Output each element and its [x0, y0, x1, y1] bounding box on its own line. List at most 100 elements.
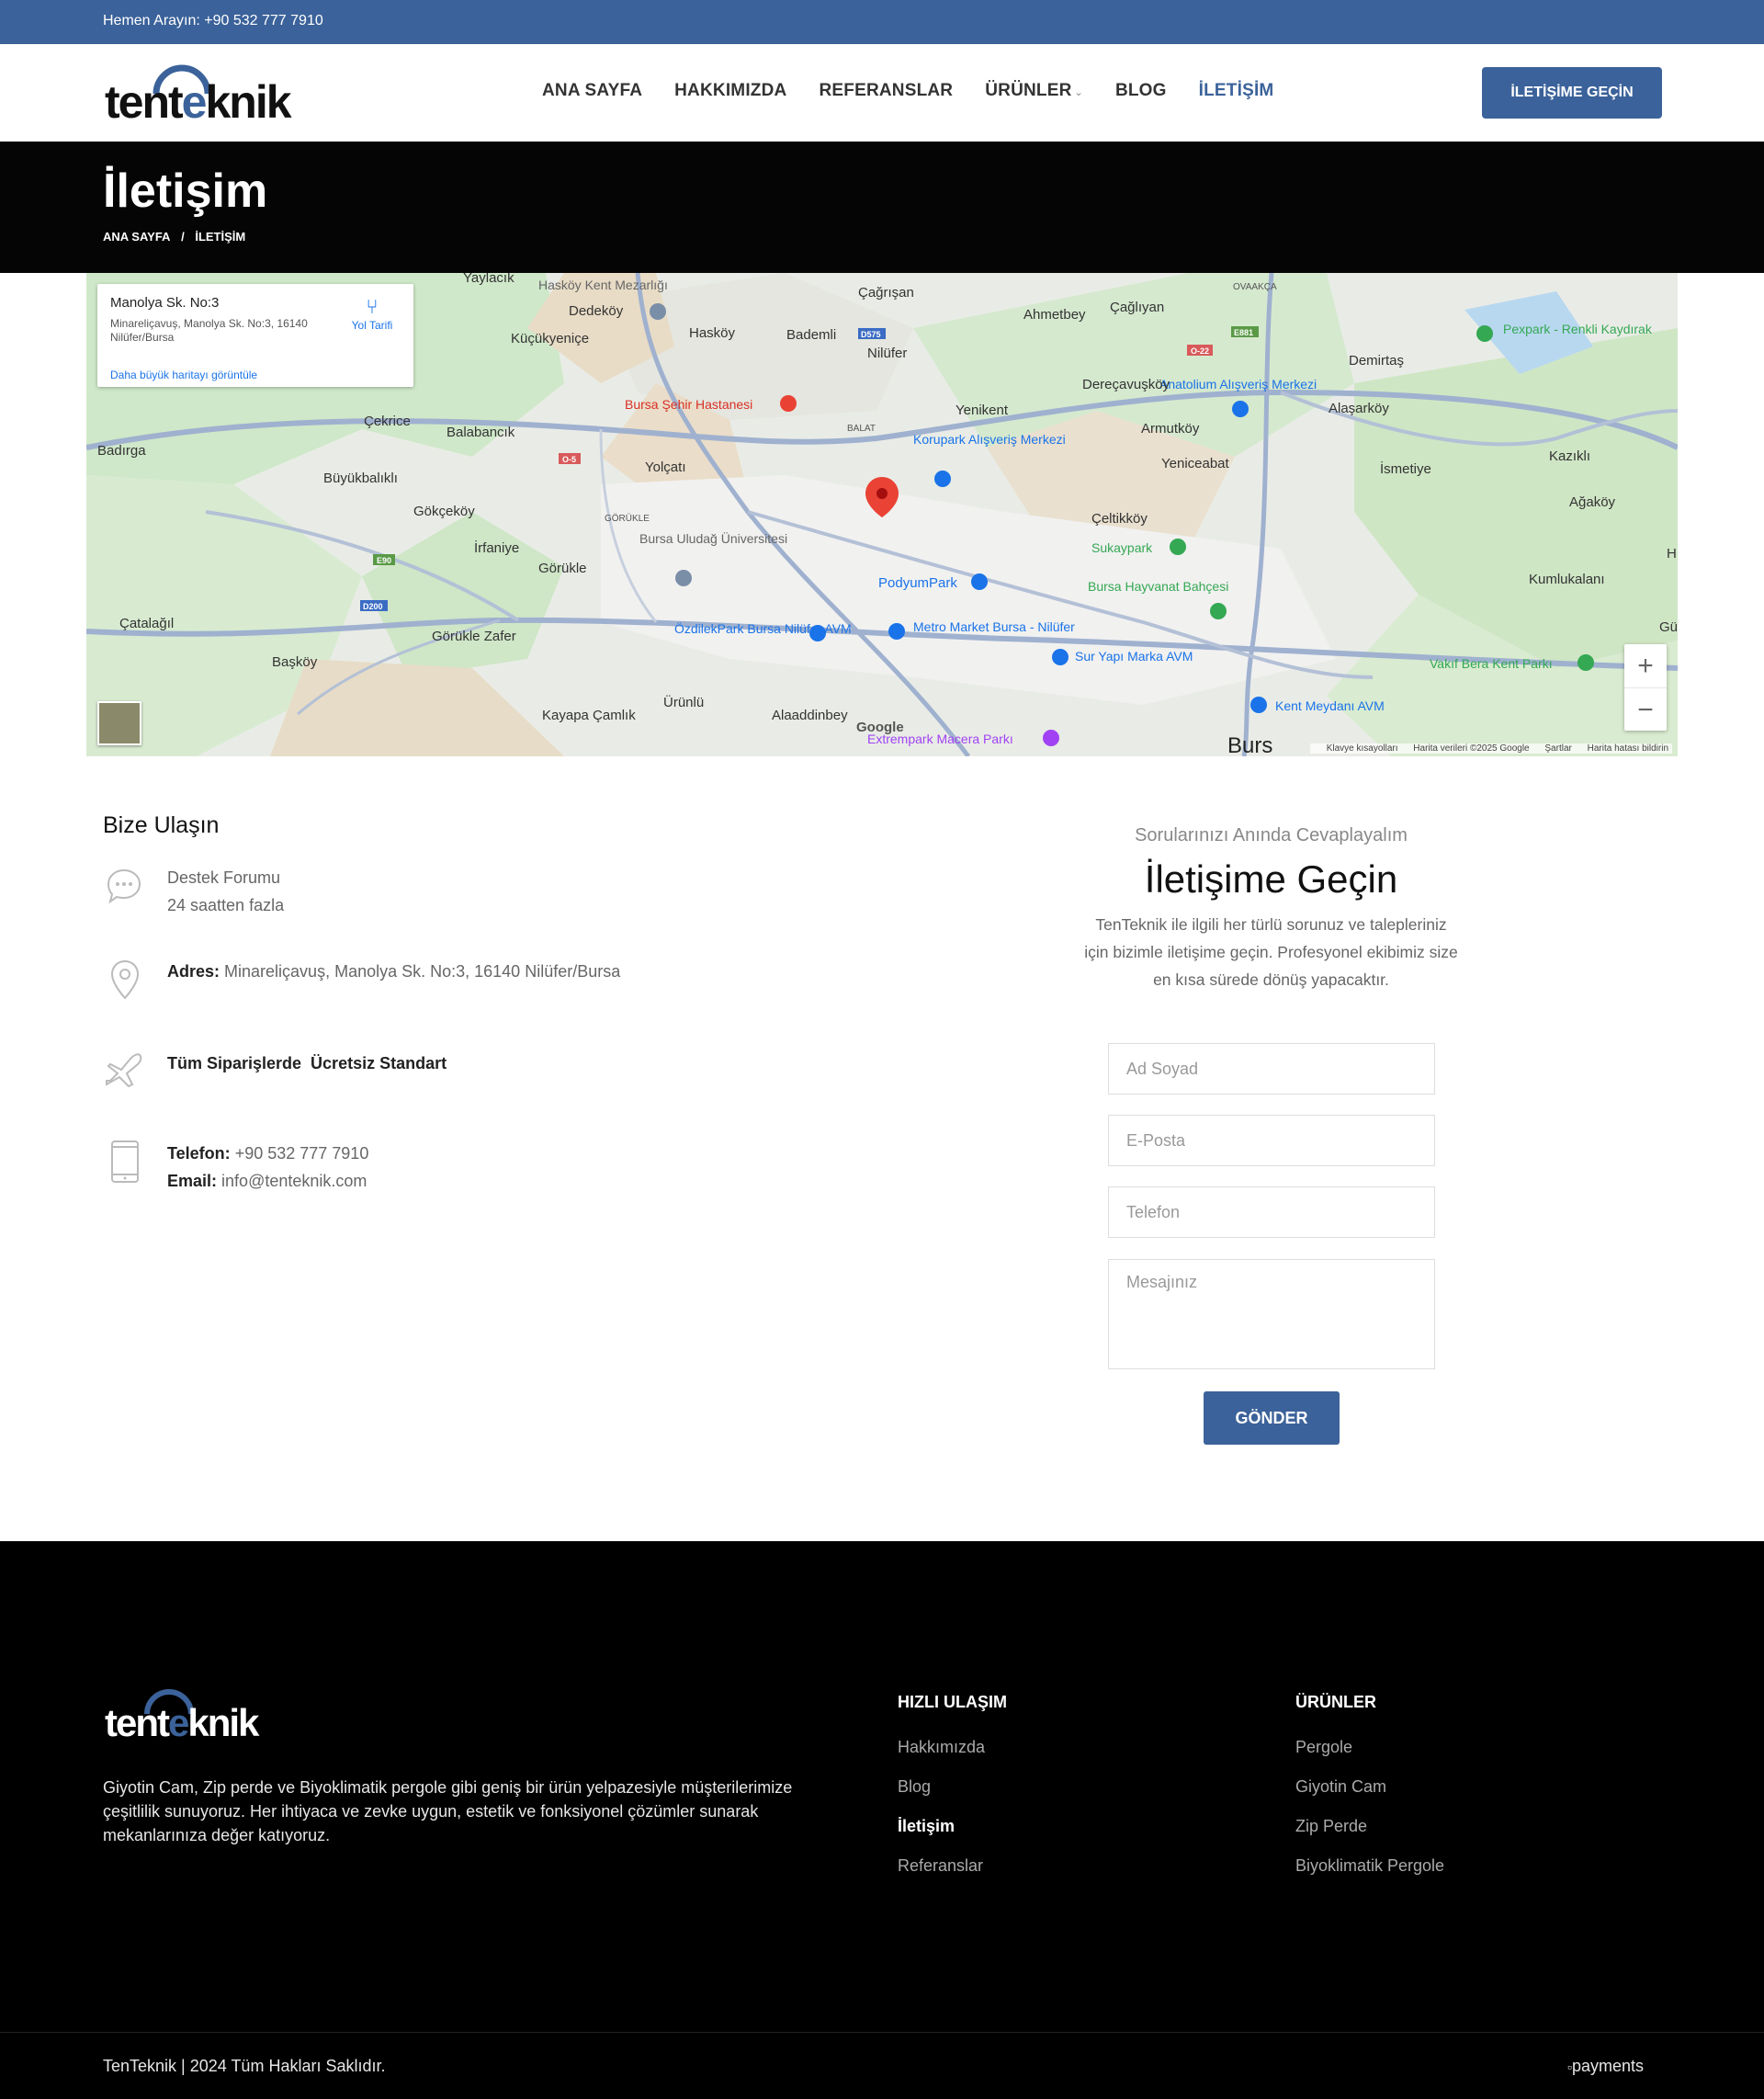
map-place: Kumlukalanı: [1529, 572, 1605, 587]
road-shield: E881: [1234, 328, 1253, 337]
map-place: Kent Meydanı AVM: [1275, 698, 1385, 713]
form-subtitle: Sorularınızı Anında Cevaplayalım: [1135, 825, 1408, 845]
email-input[interactable]: E-Posta: [1108, 1115, 1435, 1166]
road-shield: D575: [861, 330, 881, 339]
page-title-band: İletişim ANA SAYFA / İLETİŞİM: [0, 142, 1764, 273]
google-map[interactable]: Yaylacık Hasköy Kent Mezarlığı Dedeköy H…: [86, 273, 1678, 756]
svg-text:tenteknik: tenteknik: [105, 1701, 260, 1743]
map-report-error[interactable]: Harita hatası bildirin: [1588, 743, 1668, 754]
map-place: Görükle: [538, 561, 587, 576]
map-place: Hasköy Kent Mezarlığı: [538, 278, 668, 292]
payments-image: ▫payments: [1567, 2057, 1644, 2076]
copyright-text: TenTeknik | 2024 Tüm Hakları Saklıdır.: [103, 2057, 386, 2075]
logo-graphic: tenteknik: [105, 64, 294, 128]
address-text: Adres: Minareliçavuş, Manolya Sk. No:3, …: [167, 958, 737, 985]
zoom-in-button[interactable]: +: [1624, 644, 1667, 687]
map-info-card: Manolya Sk. No:3 Minareliçavuş, Manolya …: [97, 284, 413, 387]
footer-link-referanslar[interactable]: Referanslar: [898, 1856, 1007, 1876]
footer-divider: [0, 2032, 1764, 2033]
email-value[interactable]: info@tenteknik.com: [221, 1172, 367, 1190]
chat-icon: [107, 868, 141, 904]
header-contact-button[interactable]: İLETİŞİME GEÇİN: [1482, 67, 1662, 119]
map-satellite-toggle[interactable]: [97, 701, 141, 745]
map-larger-link[interactable]: Daha büyük haritayı görüntüle: [110, 369, 257, 381]
road-shield: O-5: [562, 455, 576, 464]
map-data-credit: Harita verileri ©2025 Google: [1413, 743, 1530, 754]
location-pin-icon: [110, 959, 140, 1000]
email-label: Email:: [167, 1172, 218, 1190]
page-title: İletişim: [103, 165, 268, 218]
nav-hakkimizda[interactable]: HAKKIMIZDA: [674, 81, 786, 101]
map-place: Ürünlü: [663, 694, 704, 710]
map-place: Alaşarköy: [1329, 401, 1389, 416]
map-place: Çatalağıl: [119, 616, 174, 631]
map-place: Gü: [1659, 619, 1678, 635]
site-logo[interactable]: tenteknik: [103, 57, 320, 130]
footer-link-pergole[interactable]: Pergole: [1295, 1738, 1444, 1757]
map-place: Yenikent: [956, 403, 1009, 418]
footer-link-blog[interactable]: Blog: [898, 1777, 1007, 1797]
top-bar: Hemen Arayın: +90 532 777 7910: [0, 0, 1764, 44]
map-place: Nilüfer: [867, 346, 907, 361]
map-place: Dedeköy: [569, 303, 624, 319]
map-place: Badırga: [97, 443, 146, 459]
map-place: PodyumPark: [878, 575, 957, 591]
name-input[interactable]: Ad Soyad: [1108, 1043, 1435, 1095]
map-terms[interactable]: Şartlar: [1544, 743, 1571, 754]
map-place: Sukaypark: [1091, 540, 1153, 555]
phone-input[interactable]: Telefon: [1108, 1186, 1435, 1238]
footer-link-zip-perde[interactable]: Zip Perde: [1295, 1817, 1444, 1836]
support-sub: 24 saatten fazla: [167, 896, 285, 914]
chevron-down-icon: ⌄: [1074, 87, 1083, 98]
map-card-address: Minareliçavuş, Manolya Sk. No:3, 16140 N…: [110, 317, 308, 344]
phone-value[interactable]: +90 532 777 7910: [235, 1144, 369, 1163]
footer-link-hakkimizda[interactable]: Hakkımızda: [898, 1738, 1007, 1757]
message-textarea[interactable]: Mesajınız: [1108, 1259, 1435, 1369]
breadcrumb-separator: /: [181, 230, 185, 244]
nav-iletisim[interactable]: İLETİŞİM: [1199, 81, 1274, 101]
nav-blog[interactable]: BLOG: [1115, 81, 1167, 101]
footer-logo[interactable]: tenteknik: [103, 1688, 287, 1744]
map-place: Kayapa Çamlık: [542, 708, 636, 723]
plane-icon: [106, 1053, 142, 1088]
map-place: Vakıf Bera Kent Parkı: [1430, 656, 1553, 671]
contact-heading: Bize Ulaşın: [103, 812, 220, 838]
nav-ana-sayfa[interactable]: ANA SAYFA: [542, 81, 642, 101]
map-place: GÖRÜKLE: [605, 513, 650, 524]
payments-alt-text: payments: [1571, 2057, 1645, 2075]
map-place: ÖzdilekPark Bursa Nilüfer AVM: [674, 620, 852, 636]
zoom-out-button[interactable]: −: [1624, 688, 1667, 732]
map-directions-button[interactable]: ⑂ Yol Tarifi: [342, 297, 402, 333]
footer-quick-links: HIZLI ULAŞIM Hakkımızda Blog İletişim Re…: [898, 1693, 1007, 1896]
map-place: Burs: [1227, 733, 1272, 756]
google-logo: Google: [856, 720, 904, 735]
nav-referanslar[interactable]: REFERANSLAR: [819, 81, 953, 101]
phone-email-text: Telefon: +90 532 777 7910 Email: info@te…: [167, 1140, 737, 1195]
support-title: Destek Forumu: [167, 868, 281, 887]
top-phone-text: Hemen Arayın: +90 532 777 7910: [103, 13, 323, 28]
footer-link-giyotin-cam[interactable]: Giyotin Cam: [1295, 1777, 1444, 1797]
map-place: Küçükyeniçe: [511, 331, 589, 346]
tablet-icon: [111, 1140, 139, 1183]
map-place: Gökçeköy: [413, 504, 475, 519]
map-place: Bademli: [786, 327, 836, 343]
footer-products: ÜRÜNLER Pergole Giyotin Cam Zip Perde Bi…: [1295, 1693, 1444, 1896]
site-footer: tenteknik Giyotin Cam, Zip perde ve Biyo…: [0, 1541, 1764, 2099]
submit-button[interactable]: GÖNDER: [1204, 1391, 1340, 1445]
map-place: Sur Yapı Marka AVM: [1075, 649, 1193, 664]
map-place: BALAT: [847, 424, 876, 434]
map-place: Dereçavuşköy: [1082, 377, 1170, 392]
svg-text:tenteknik: tenteknik: [105, 76, 292, 128]
map-place: Korupark Alışveriş Merkezi: [913, 432, 1066, 447]
footer-link-iletisim[interactable]: İletişim: [898, 1817, 1007, 1836]
map-keyboard-shortcuts[interactable]: Klavye kısayolları: [1327, 743, 1398, 754]
map-place: Ahmetbey: [1023, 307, 1086, 323]
map-place: Yolçatı: [645, 460, 685, 475]
road-shield: D200: [363, 602, 383, 611]
footer-link-biyoklimatik[interactable]: Biyoklimatik Pergole: [1295, 1856, 1444, 1876]
breadcrumb-home[interactable]: ANA SAYFA: [103, 230, 170, 244]
map-place: Pexpark - Renkli Kaydırak: [1503, 322, 1653, 336]
support-text: Destek Forumu 24 saatten fazla: [167, 864, 737, 919]
nav-urunler[interactable]: ÜRÜNLER ⌄: [985, 81, 1083, 101]
nav-urunler-label: ÜRÜNLER: [985, 81, 1072, 100]
